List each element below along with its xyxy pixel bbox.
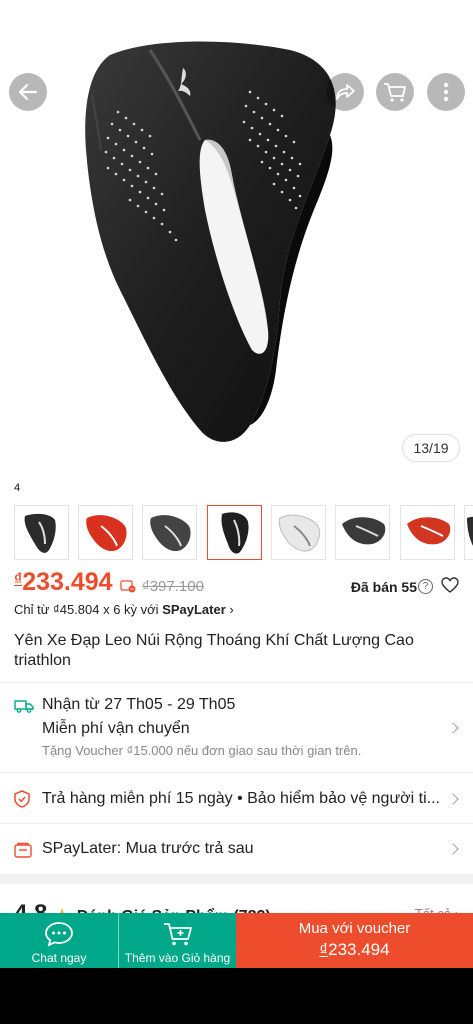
chat-label: Chat ngay <box>31 951 87 965</box>
installment-brand: SPayLater <box>162 602 226 617</box>
buy-price-value: 233.494 <box>328 940 390 959</box>
product-image[interactable]: 13/19 <box>0 0 473 472</box>
thumbnail-white[interactable] <box>271 505 326 560</box>
cart-icon <box>384 83 406 102</box>
help-icon[interactable]: ? <box>418 579 433 594</box>
installment-info[interactable]: Chỉ từ ₫45.804 x 6 kỳ với SPayLater › <box>14 602 234 617</box>
add-to-cart-label: Thêm vào Giỏ hàng <box>124 951 231 965</box>
thumbnail-grey-1[interactable] <box>142 505 197 560</box>
current-price: ₫233.494 <box>14 568 113 597</box>
buy-currency: ₫ <box>319 940 329 959</box>
share-button[interactable] <box>326 73 364 111</box>
add-cart-icon <box>164 923 192 946</box>
divider <box>0 772 473 773</box>
spaylater-text: SPayLater: Mua trước trả sau <box>42 840 254 857</box>
shipping-voucher-note: Tặng Voucher ₫15.000 nếu đơn giao sau th… <box>42 743 362 758</box>
back-button[interactable] <box>9 73 47 111</box>
more-button[interactable] <box>427 73 465 111</box>
chat-icon <box>45 922 73 947</box>
thumbnail-grey-2[interactable] <box>335 505 390 560</box>
bottom-action-bar: Chat ngay Thêm vào Giỏ hàng Mua với vouc… <box>0 913 473 968</box>
thumbnail-red-2[interactable] <box>400 505 455 560</box>
chevron-right-icon <box>447 722 459 734</box>
thumbnail-black-1[interactable] <box>14 505 69 560</box>
chevron-right-icon <box>447 843 459 855</box>
divider <box>0 682 473 683</box>
thumbnail-red-1[interactable] <box>78 505 133 560</box>
image-counter: 13/19 <box>402 434 460 462</box>
product-title: Yên Xe Đạp Leo Núi Rộng Thoáng Khí Chất … <box>14 632 414 669</box>
guarantee-text: Trả hàng miễn phí 15 ngày • Bảo hiểm bảo… <box>42 790 440 807</box>
variant-count: 4 <box>14 482 21 494</box>
section-gap <box>0 874 473 884</box>
buy-price: ₫233.494 <box>236 940 473 960</box>
add-to-cart-button[interactable]: Thêm vào Giỏ hàng <box>118 913 236 968</box>
saddle-photo <box>85 41 336 442</box>
chat-button[interactable]: Chat ngay <box>0 913 118 968</box>
original-price: ₫397.100 <box>142 578 204 595</box>
truck-icon <box>14 700 34 713</box>
installment-suffix: › <box>225 602 234 617</box>
shield-icon <box>14 790 30 808</box>
chevron-right-icon <box>447 793 459 805</box>
divider <box>0 823 473 824</box>
back-arrow-icon <box>18 83 38 101</box>
buy-with-voucher-button[interactable]: Mua với voucher ₫233.494 <box>236 913 473 968</box>
thumbnail-partial[interactable] <box>464 505 473 560</box>
sold-count: Đã bán 55 <box>350 579 417 595</box>
product-screen: 13/19 4 ₫233.494 ₫397.100 Đã bán 55 ? Ch… <box>0 0 473 968</box>
thumbnail-strip[interactable] <box>14 505 473 561</box>
installment-prefix: Chỉ từ ₫45.804 x 6 kỳ với <box>14 602 163 617</box>
thumbnail-black-selected[interactable] <box>207 505 262 560</box>
buy-label: Mua với voucher <box>298 920 411 937</box>
delivery-date: Nhận từ 27 Th05 - 29 Th05 <box>42 696 236 713</box>
spaylater-icon <box>14 842 32 858</box>
system-nav-bar <box>0 968 473 1024</box>
share-icon <box>336 84 355 100</box>
heart-icon[interactable] <box>441 577 459 594</box>
voucher-icon <box>120 580 136 593</box>
free-shipping: Miễn phí vận chuyển <box>42 720 190 737</box>
more-icon <box>443 82 449 102</box>
price-currency: ₫ <box>14 571 23 588</box>
price-value: 233.494 <box>22 568 113 596</box>
cart-button[interactable] <box>376 73 414 111</box>
price-row: ₫233.494 ₫397.100 Đã bán 55 ? <box>14 568 459 598</box>
